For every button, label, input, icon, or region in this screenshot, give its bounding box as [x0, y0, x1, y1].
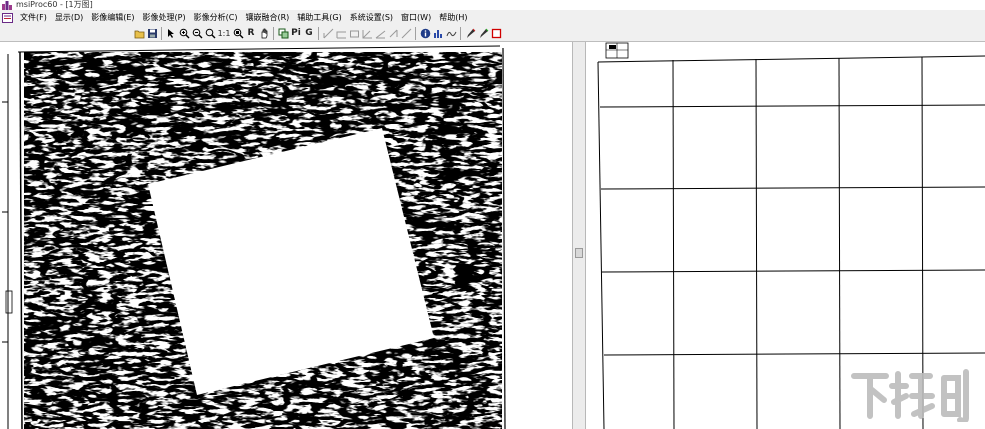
menu-image-analysis[interactable]: 影像分析(C): [190, 10, 242, 25]
workspace: [0, 42, 985, 429]
menu-window[interactable]: 窗口(W): [397, 10, 435, 25]
pen-alt-icon[interactable]: [477, 27, 489, 40]
grid-view-pane[interactable]: [586, 42, 985, 429]
zoom-out-icon[interactable]: [191, 27, 203, 40]
menu-file[interactable]: 文件(F): [16, 10, 51, 25]
pen-icon[interactable]: [464, 27, 476, 40]
menu-help[interactable]: 帮助(H): [435, 10, 471, 25]
menu-display[interactable]: 显示(D): [51, 10, 87, 25]
draw-diagonal-icon[interactable]: [400, 27, 412, 40]
menu-mosaic-fusion[interactable]: 镶嵌融合(R): [241, 10, 293, 25]
toolbar-separator: [415, 26, 416, 40]
draw-angle-icon[interactable]: [361, 27, 373, 40]
pointer-icon[interactable]: [165, 27, 177, 40]
zoom-fit-icon[interactable]: [232, 27, 244, 40]
info-icon[interactable]: [419, 27, 431, 40]
save-icon[interactable]: [146, 27, 158, 40]
p-tool-button[interactable]: Pi: [290, 27, 302, 40]
menu-bar: 文件(F) 显示(D) 影像编辑(E) 影像处理(P) 影像分析(C) 镶嵌融合…: [0, 10, 985, 26]
toolbar-separator: [161, 26, 162, 40]
draw-polyline-icon[interactable]: [335, 27, 347, 40]
menu-system-settings[interactable]: 系统设置(S): [346, 10, 397, 25]
draw-vertical-icon[interactable]: [387, 27, 399, 40]
zoom-one-to-one-button[interactable]: 1:1: [217, 27, 231, 40]
pane-splitter[interactable]: [572, 42, 586, 429]
toolbar-main-group: 1:1 R Pi G: [133, 26, 502, 40]
document-icon[interactable]: [2, 12, 13, 23]
zoom-in-icon[interactable]: [178, 27, 190, 40]
draw-slope-icon[interactable]: [374, 27, 386, 40]
r-tool-button[interactable]: R: [245, 27, 257, 40]
toolbar-separator: [273, 26, 274, 40]
menu-aux-tools[interactable]: 辅助工具(G): [293, 10, 345, 25]
zoom-icon[interactable]: [204, 27, 216, 40]
draw-line-icon[interactable]: [322, 27, 334, 40]
title-bar: msiProc60 - [1万图]: [0, 0, 985, 10]
g-tool-button[interactable]: G: [303, 27, 315, 40]
toolbar: 1:1 R Pi G: [0, 25, 985, 42]
app-icon: [2, 0, 12, 10]
toolbar-separator: [460, 26, 461, 40]
open-folder-icon[interactable]: [133, 27, 145, 40]
grid-thumbnail[interactable]: [605, 42, 629, 59]
splitter-handle[interactable]: [575, 248, 583, 258]
toolbar-separator: [318, 26, 319, 40]
draw-rectangle-icon[interactable]: [348, 27, 360, 40]
layer-tool-icon[interactable]: [277, 27, 289, 40]
window-title: msiProc60 - [1万图]: [16, 0, 93, 9]
menu-image-process[interactable]: 影像处理(P): [139, 10, 190, 25]
grid-overlay[interactable]: [586, 42, 985, 429]
stop-icon[interactable]: [490, 27, 502, 40]
pan-hand-icon[interactable]: [258, 27, 270, 40]
menu-image-edit[interactable]: 影像编辑(E): [87, 10, 138, 25]
source-image-pane[interactable]: [0, 42, 572, 429]
histogram-icon[interactable]: [432, 27, 444, 40]
topographic-map-image[interactable]: [0, 42, 572, 429]
curve-icon[interactable]: [445, 27, 457, 40]
